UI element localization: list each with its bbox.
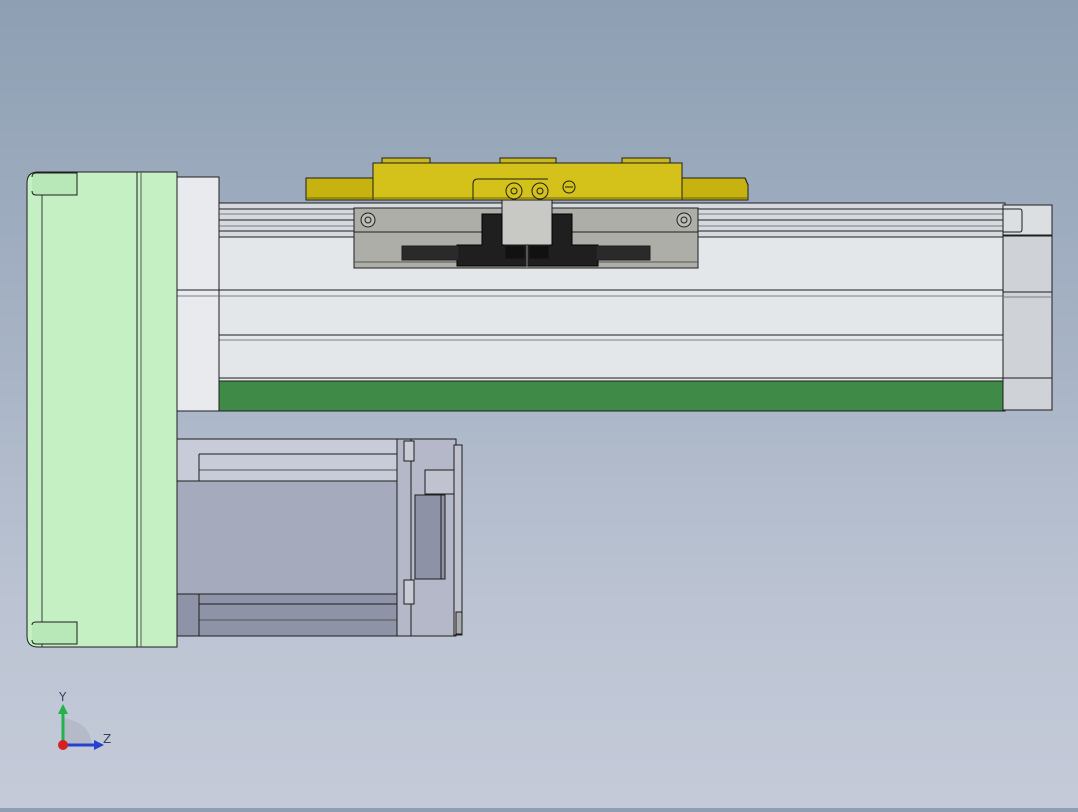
x-axis-dot	[58, 740, 68, 750]
coordinate-triad: Y Z	[58, 690, 111, 750]
motor-flange-housing[interactable]	[26, 171, 178, 648]
rail-right-end-cap[interactable]	[1002, 204, 1053, 411]
carriage-top-plate[interactable]	[305, 157, 749, 201]
cad-viewport[interactable]: Y Z	[0, 0, 1078, 808]
rail-left-end-block[interactable]	[176, 176, 220, 412]
screw-hole-1	[505, 182, 523, 200]
y-axis-label: Y	[58, 690, 67, 704]
screw-hole-2	[531, 182, 549, 200]
z-axis-label: Z	[103, 732, 111, 746]
green-cover-strip	[218, 380, 1006, 412]
stepper-motor[interactable]	[176, 438, 463, 637]
model-view[interactable]: Y Z	[0, 0, 1078, 808]
carriage-slider-block[interactable]	[353, 199, 699, 269]
